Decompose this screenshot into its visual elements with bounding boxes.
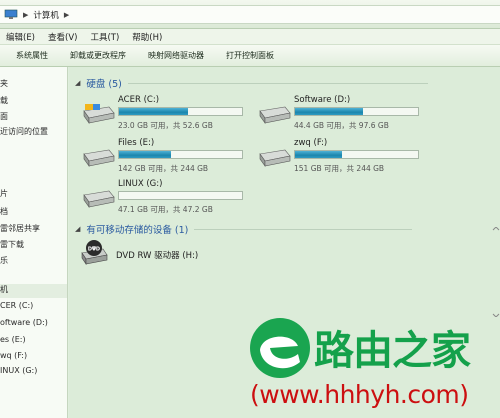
menu-help[interactable]: 帮助(H)	[132, 31, 162, 43]
menu-edit[interactable]: 编辑(E)	[6, 31, 35, 43]
menu-bar: 编辑(E) 查看(V) 工具(T) 帮助(H)	[0, 29, 500, 45]
hard-drive-icon	[259, 106, 291, 124]
drive-name: zwq (F:)	[294, 138, 328, 148]
sidebar-item-documents[interactable]: 档	[0, 206, 8, 217]
computer-icon	[4, 9, 18, 19]
sidebar-item-drive-d[interactable]: oftware (D:)	[0, 318, 48, 327]
address-bar-area: ▶ 计算机 ▶	[0, 0, 500, 29]
drive-tile[interactable]: Files (E:) 142 GB 可用，共 244 GB	[81, 138, 251, 178]
sidebar-item-thunder-share[interactable]: 雷邻居共享	[0, 223, 40, 234]
drive-size: 142 GB 可用，共 244 GB	[118, 164, 209, 173]
drive-name: ACER (C:)	[118, 95, 160, 105]
collapse-triangle-icon[interactable]: ◢	[75, 79, 80, 87]
drive-name: Software (D:)	[294, 95, 351, 105]
hard-disks-group-header[interactable]: ◢ 硬盘 (5)	[75, 76, 428, 90]
drive-usage-bar	[294, 150, 419, 159]
hard-drive-icon	[259, 149, 291, 167]
watermark-url: (www.hhhyh.com)	[250, 380, 469, 409]
removable-group-header[interactable]: ◢ 有可移动存储的设备 (1)	[75, 222, 413, 236]
breadcrumb-arrow-icon[interactable]: ▶	[23, 11, 28, 19]
collapse-triangle-icon[interactable]: ◢	[75, 225, 80, 233]
sidebar-item-computer[interactable]: 机	[0, 284, 67, 298]
sidebar-item-music[interactable]: 乐	[0, 255, 8, 266]
sidebar-item-drive-f[interactable]: wq (F:)	[0, 351, 27, 360]
drive-name: Files (E:)	[118, 138, 155, 148]
address-bar[interactable]: ▶ 计算机 ▶	[0, 5, 500, 24]
menu-tools[interactable]: 工具(T)	[90, 31, 119, 43]
drive-usage-bar	[118, 150, 243, 159]
drive-size: 44.4 GB 可用，共 97.6 GB	[294, 121, 389, 130]
group-divider	[127, 82, 428, 84]
command-toolbar: 系统属性 卸载或更改程序 映射网络驱动器 打开控制面板	[0, 45, 500, 67]
open-control-panel-button[interactable]: 打开控制面板	[226, 50, 274, 61]
drive-usage-bar	[118, 107, 243, 116]
dvd-drive-name: DVD RW 驱动器 (H:)	[116, 251, 199, 261]
sidebar-item-thunder-download[interactable]: 雷下载	[0, 239, 24, 250]
sidebar-item-drive-c[interactable]: CER (C:)	[0, 301, 33, 310]
drive-size: 47.1 GB 可用，共 47.2 GB	[118, 205, 213, 214]
scroll-arrows-icon[interactable]	[492, 227, 500, 317]
uninstall-program-button[interactable]: 卸载或更改程序	[70, 50, 126, 61]
removable-group-title: 有可移动存储的设备 (1)	[86, 225, 189, 236]
drive-tile[interactable]: Software (D:) 44.4 GB 可用，共 97.6 GB	[257, 95, 427, 135]
drive-usage-bar	[118, 191, 243, 200]
navigation-pane: 夹 载 面 近访问的位置 片 档 雷邻居共享 雷下载 乐 机 CER (C:) …	[0, 67, 68, 418]
hard-drive-icon	[83, 149, 115, 167]
sidebar-item-favorites[interactable]: 夹	[0, 78, 8, 89]
drive-tile[interactable]: ACER (C:) 23.0 GB 可用，共 52.6 GB	[81, 95, 251, 135]
dvd-drive-icon: DVD	[81, 240, 108, 265]
group-divider	[194, 228, 413, 230]
hard-disks-group-title: 硬盘 (5)	[86, 79, 122, 90]
brand-logo-icon	[250, 318, 310, 378]
watermark: 路由之家 (www.hhhyh.com)	[248, 316, 500, 418]
hard-drive-icon	[83, 190, 115, 208]
menu-view[interactable]: 查看(V)	[48, 31, 77, 43]
system-drive-icon	[83, 104, 115, 124]
drive-tile[interactable]: LINUX (G:) 47.1 GB 可用，共 47.2 GB	[81, 179, 251, 219]
drive-size: 151 GB 可用，共 244 GB	[294, 164, 385, 173]
sidebar-item-recent-places[interactable]: 近访问的位置	[0, 126, 48, 137]
map-network-drive-button[interactable]: 映射网络驱动器	[148, 50, 204, 61]
drive-name: LINUX (G:)	[118, 179, 163, 189]
drive-size: 23.0 GB 可用，共 52.6 GB	[118, 121, 213, 130]
drive-tile[interactable]: zwq (F:) 151 GB 可用，共 244 GB	[257, 138, 427, 178]
sidebar-item-pictures[interactable]: 片	[0, 188, 8, 199]
watermark-brand: 路由之家	[314, 328, 471, 374]
sidebar-item-drive-g[interactable]: INUX (G:)	[0, 366, 37, 375]
dvd-badge: DVD	[88, 247, 100, 253]
breadcrumb-arrow-icon[interactable]: ▶	[64, 11, 69, 19]
sidebar-item-downloads[interactable]: 载	[0, 95, 8, 106]
drive-usage-bar	[294, 107, 419, 116]
breadcrumb-computer[interactable]: 计算机	[33, 9, 59, 21]
sidebar-item-drive-e[interactable]: es (E:)	[0, 335, 26, 344]
sidebar-item-desktop[interactable]: 面	[0, 111, 8, 122]
dvd-drive-tile[interactable]: DVD DVD RW 驱动器 (H:)	[79, 239, 279, 269]
system-properties-button[interactable]: 系统属性	[16, 50, 48, 61]
